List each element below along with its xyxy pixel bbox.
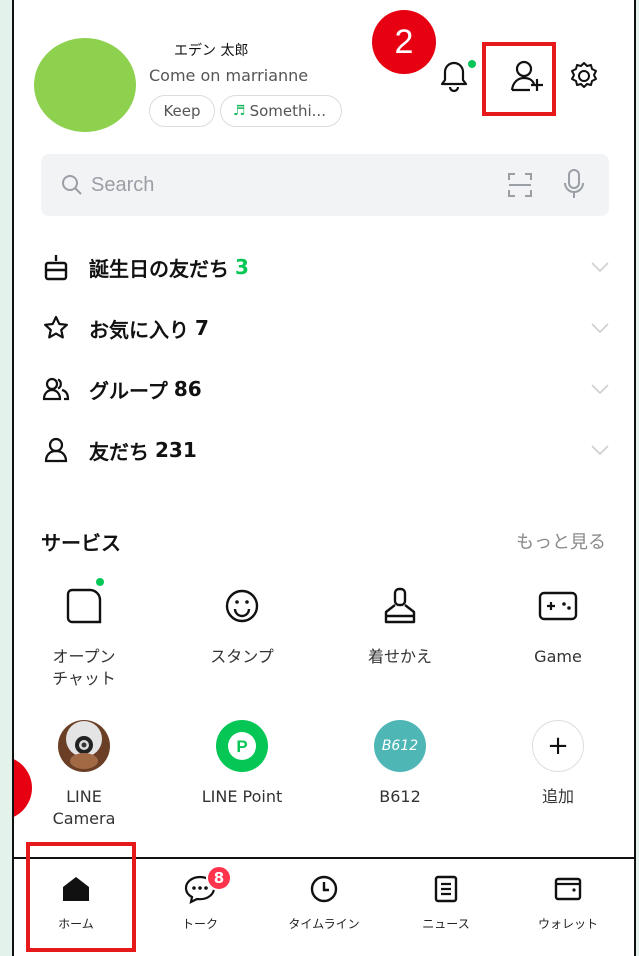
open-chat-icon [54,576,114,636]
tab-label: ニュース [422,917,470,931]
music-chip-label: Somethi... [249,102,326,120]
keep-chip[interactable]: Keep [149,95,215,127]
service-label-text: オープン チャット [52,647,116,688]
chevron-down-icon [589,317,611,343]
list-item-label: お気に入り [89,317,189,342]
b612-glyph: B612 [374,720,426,772]
line-point-badge: P [216,720,268,772]
keep-chip-label: Keep [163,102,201,120]
services-more-link[interactable]: もっと見る [516,528,606,554]
list-item-count: 231 [155,438,197,462]
service-b612[interactable]: B612 B612 [330,716,470,808]
service-label: 追加 [541,787,574,806]
cake-icon [41,252,71,282]
service-game[interactable]: Game [488,576,628,668]
tab-chats[interactable]: 8 トーク [150,865,250,932]
chevron-down-icon [589,439,611,465]
music-note-icon: ♬ [233,103,246,119]
list-item-birthday[interactable]: 誕生日の友だち 3 [41,242,611,292]
list-item-groups[interactable]: グループ 86 [41,364,611,414]
b612-icon: B612 [370,716,430,776]
service-label: Game [534,647,582,666]
tab-label: ウォレット [537,917,598,931]
notification-dot [468,60,476,68]
search-icon [61,174,83,200]
service-line-camera[interactable]: LINE Camera [14,716,154,830]
avatar[interactable] [34,38,136,132]
chat-icon: 8 [150,865,250,907]
list-item-label: グループ [89,378,168,403]
status-message[interactable]: Come on marrianne [149,66,308,85]
line-point-glyph: P [236,737,247,756]
list-item-count: 86 [173,377,202,401]
step-badge-label: 2 [394,22,414,61]
service-label: LINE Point [201,787,283,806]
profile-name[interactable]: エデン 太郎 [174,40,248,60]
list-item-friends[interactable]: 友だち 231 [41,425,611,475]
chevron-down-icon [589,378,611,404]
wallet-icon [518,871,618,907]
gamepad-icon [528,576,588,636]
list-item-favorites[interactable]: お気に入り 7 [41,303,611,353]
list-item-count: 3 [235,255,249,279]
highlight-home-tab [26,842,136,952]
plus-icon: + [528,716,588,776]
service-add[interactable]: + 追加 [488,716,628,808]
list-item-label: 友だち [89,439,149,464]
tab-news[interactable]: ニュース [396,871,496,932]
clock-icon [274,871,374,907]
chevron-down-icon [589,256,611,282]
music-chip[interactable]: ♬ Somethi... [220,95,342,127]
line-camera-icon [54,716,114,776]
search-input[interactable] [91,154,391,216]
service-label: スタンプ [210,647,274,666]
line-point-icon: P [212,716,272,776]
service-stickers[interactable]: スタンプ [172,576,312,668]
service-label: オープン チャット [14,646,154,690]
news-icon [396,871,496,907]
search-bar[interactable] [41,154,609,216]
services-title: サービス [41,531,121,555]
service-themes[interactable]: 着せかえ [330,576,470,668]
smiley-icon [212,576,272,636]
microphone-icon[interactable] [561,168,587,204]
new-dot [96,578,104,586]
tab-label: トーク [181,917,218,931]
person-icon [41,435,71,465]
service-label: LINE Camera [14,786,154,830]
unread-badge: 8 [206,865,232,891]
gear-icon[interactable] [564,56,604,96]
service-line-point[interactable]: P LINE Point [172,716,312,808]
scan-icon[interactable] [507,172,533,202]
tab-label: タイムライン [288,917,360,931]
plus-glyph: + [532,720,584,772]
home-screen: エデン 太郎 Come on marrianne Keep ♬ Somethi.… [12,0,636,956]
service-label: B612 [379,787,421,806]
tab-wallet[interactable]: ウォレット [518,871,618,932]
service-label-text: LINE Camera [52,787,116,828]
list-item-count: 7 [195,316,209,340]
group-icon [41,374,71,404]
highlight-add-friend [482,42,556,116]
service-label: 着せかえ [367,647,432,666]
paintbrush-icon [370,576,430,636]
list-item-label: 誕生日の友だち [89,256,229,281]
star-icon [41,313,71,343]
step-badge: 2 [372,10,436,74]
service-open-chat[interactable]: オープン チャット [14,576,154,690]
tab-timeline[interactable]: タイムライン [274,871,374,932]
